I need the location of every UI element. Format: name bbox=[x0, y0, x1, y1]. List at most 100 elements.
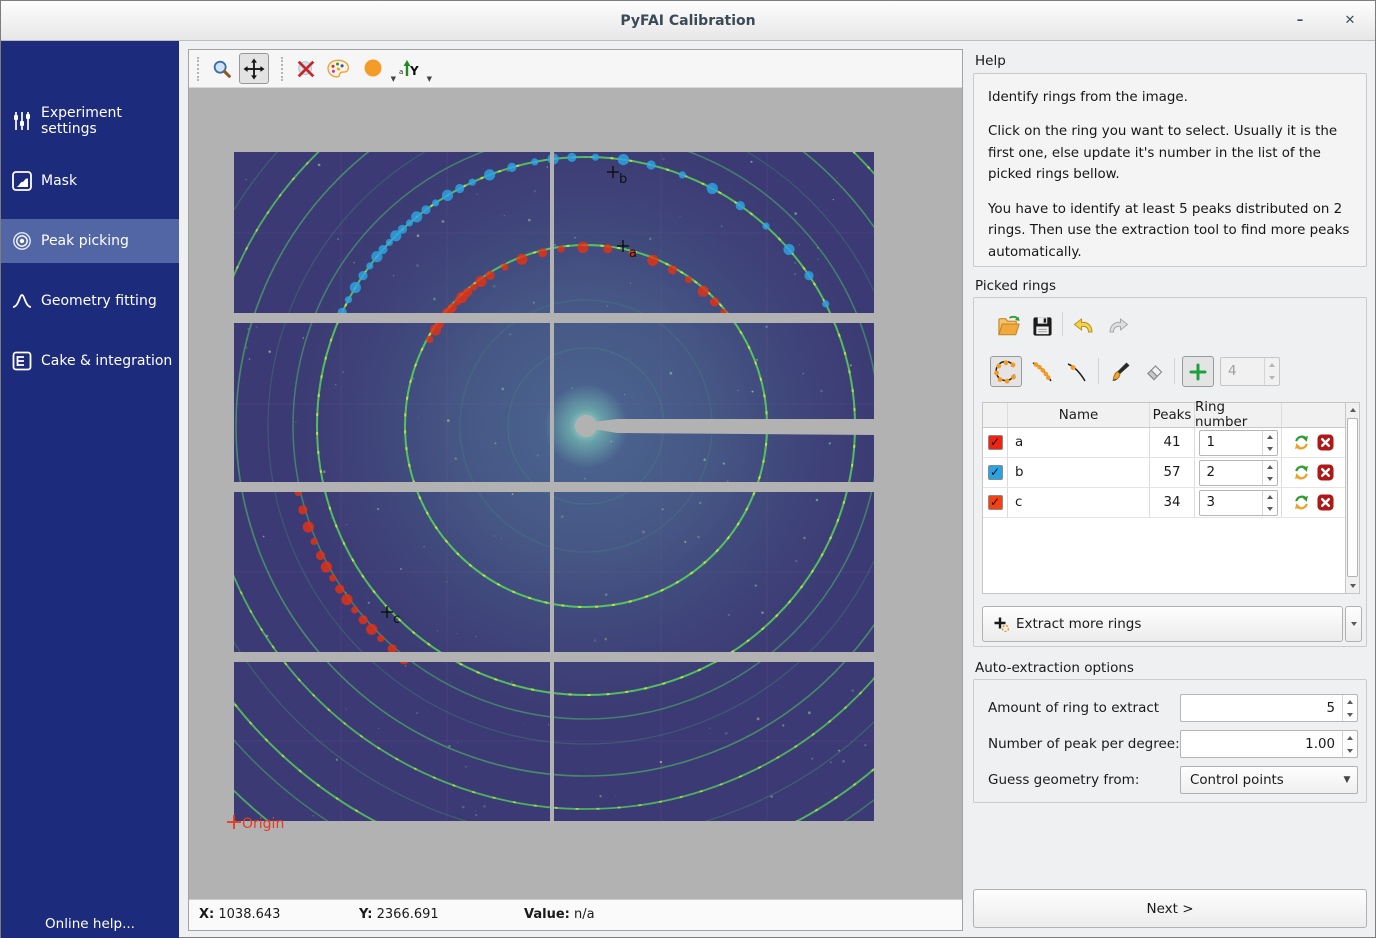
pan-tool-button[interactable] bbox=[239, 53, 269, 84]
diffraction-image-canvas[interactable]: b a c Origin bbox=[189, 88, 962, 899]
spin-up-button[interactable] bbox=[1343, 695, 1357, 708]
delete-ring-button[interactable] bbox=[1317, 464, 1334, 481]
app-window: PyFAI Calibration – ✕ Experiment setting… bbox=[0, 0, 1376, 938]
arc-select-tool-button[interactable] bbox=[1026, 356, 1058, 387]
peak-curve-icon bbox=[11, 290, 33, 312]
plus-icon bbox=[1188, 362, 1208, 382]
ring-visibility-checkbox[interactable]: ✓ bbox=[988, 435, 1003, 450]
sidebar-item-geometry-fitting[interactable]: Geometry fitting bbox=[1, 279, 179, 323]
ring-name-cell: b bbox=[1008, 458, 1150, 487]
brush-tool-button[interactable] bbox=[1104, 356, 1136, 387]
minimize-button[interactable]: – bbox=[1287, 9, 1313, 33]
spin-down-button[interactable] bbox=[1343, 744, 1357, 757]
table-row: ✓ b 57 2 bbox=[983, 458, 1346, 488]
table-scrollbar[interactable] bbox=[1345, 402, 1360, 594]
window-title: PyFAI Calibration bbox=[1, 1, 1375, 41]
plus-ring-icon bbox=[993, 616, 1009, 632]
sidebar: Experiment settings Mask Peak picking Ge… bbox=[1, 41, 179, 938]
spinbox-value: 1.00 bbox=[1181, 731, 1342, 757]
next-button-label: Next > bbox=[1146, 901, 1193, 917]
svg-text:a: a bbox=[399, 68, 403, 76]
mask-color-tool-button[interactable]: ▼ bbox=[359, 53, 389, 84]
spin-down-button[interactable] bbox=[1265, 372, 1279, 386]
table-row: ✓ c 34 3 bbox=[983, 488, 1346, 518]
help-paragraph: Identify rings from the image. bbox=[988, 87, 1352, 108]
ring-label-a: a bbox=[629, 246, 637, 261]
ring-number-spinbox[interactable]: 3 bbox=[1199, 490, 1278, 516]
svg-text:Y: Y bbox=[409, 64, 419, 78]
scrollbar-thumb[interactable] bbox=[1347, 418, 1358, 577]
ring-visibility-checkbox[interactable]: ✓ bbox=[988, 465, 1003, 480]
spin-down-button[interactable] bbox=[1263, 443, 1277, 455]
move-arrows-icon bbox=[243, 58, 265, 80]
peak-select-tool-button[interactable] bbox=[1060, 356, 1092, 387]
combobox-value: Control points bbox=[1181, 773, 1337, 788]
y-axis-orientation-button[interactable]: a Y ▼ bbox=[395, 53, 425, 84]
eraser-icon bbox=[1143, 361, 1165, 383]
ring-with-points-icon bbox=[993, 360, 1019, 384]
sidebar-item-mask[interactable]: Mask bbox=[1, 159, 179, 203]
eraser-tool-button[interactable] bbox=[1138, 356, 1170, 387]
delete-ring-button[interactable] bbox=[1317, 434, 1334, 451]
status-value: Value: n/a bbox=[524, 907, 595, 922]
rings-icon bbox=[11, 230, 33, 252]
extract-more-rings-button[interactable]: Extract more rings bbox=[982, 606, 1343, 642]
ring-number-spinbox[interactable]: 1 bbox=[1199, 430, 1278, 456]
ring-number-spinbox[interactable]: 2 bbox=[1199, 460, 1278, 486]
redo-arrow-icon bbox=[1106, 316, 1130, 336]
toolbar-drag-handle[interactable] bbox=[197, 57, 201, 81]
add-ring-toggle-button[interactable] bbox=[1182, 356, 1214, 387]
undo-arrow-icon bbox=[1072, 316, 1096, 336]
single-peak-icon bbox=[1064, 360, 1088, 384]
sidebar-item-peak-picking[interactable]: Peak picking bbox=[1, 219, 179, 263]
refresh-ring-button[interactable] bbox=[1293, 434, 1310, 451]
refresh-ring-button[interactable] bbox=[1293, 494, 1310, 511]
toolbar-drag-handle[interactable] bbox=[281, 57, 285, 81]
ring-name-cell: a bbox=[1008, 428, 1150, 457]
plot-widget: ▼ a Y ▼ bbox=[188, 49, 963, 931]
undo-button[interactable] bbox=[1070, 312, 1098, 340]
column-header-peaks: Peaks bbox=[1150, 403, 1195, 427]
colormap-tool-button[interactable] bbox=[323, 53, 353, 84]
sidebar-item-experiment-settings[interactable]: Experiment settings bbox=[1, 99, 179, 143]
close-button[interactable]: ✕ bbox=[1337, 9, 1363, 33]
ring-peaks-cell: 41 bbox=[1150, 428, 1195, 457]
ring-visibility-checkbox[interactable]: ✓ bbox=[988, 495, 1003, 510]
dropdown-arrow-icon: ▼ bbox=[1337, 775, 1357, 785]
next-button[interactable]: Next > bbox=[973, 889, 1367, 928]
palette-icon bbox=[326, 59, 350, 79]
sidebar-item-cake-integration[interactable]: Cake & integration bbox=[1, 339, 179, 383]
spin-up-button[interactable] bbox=[1263, 491, 1277, 503]
spinbox-value: 2 bbox=[1200, 461, 1262, 485]
spin-up-button[interactable] bbox=[1265, 358, 1279, 372]
peaks-per-degree-spinbox[interactable]: 1.00 bbox=[1180, 730, 1358, 758]
zoom-tool-button[interactable] bbox=[207, 53, 237, 84]
guess-geometry-combobox[interactable]: Control points ▼ bbox=[1180, 766, 1358, 794]
sidebar-item-label: Experiment settings bbox=[41, 105, 179, 137]
scroll-up-icon bbox=[1350, 408, 1356, 412]
table-row: ✓ a 41 1 bbox=[983, 428, 1346, 458]
refresh-ring-button[interactable] bbox=[1293, 464, 1310, 481]
spin-down-button[interactable] bbox=[1263, 473, 1277, 485]
spin-up-button[interactable] bbox=[1263, 431, 1277, 443]
spin-up-button[interactable] bbox=[1263, 461, 1277, 473]
crosshair-tool-button[interactable] bbox=[291, 53, 321, 84]
ring-select-tool-button[interactable] bbox=[990, 356, 1022, 387]
new-ring-number-spinbox[interactable]: 4 bbox=[1220, 357, 1280, 386]
spin-down-button[interactable] bbox=[1343, 708, 1357, 721]
spin-up-button[interactable] bbox=[1343, 731, 1357, 744]
plot-toolbar: ▼ a Y ▼ bbox=[189, 50, 962, 88]
online-help-link[interactable]: Online help... bbox=[1, 916, 179, 932]
spin-down-button[interactable] bbox=[1263, 503, 1277, 515]
amount-of-rings-spinbox[interactable]: 5 bbox=[1180, 694, 1358, 722]
delete-ring-button[interactable] bbox=[1317, 494, 1334, 511]
picked-rings-box: 4 Name Peaks Ring number ✓ a 41 1 bbox=[973, 297, 1367, 647]
save-rings-button[interactable] bbox=[1028, 312, 1056, 340]
open-rings-button[interactable] bbox=[994, 312, 1022, 340]
toolbar-separator bbox=[1098, 358, 1099, 384]
redo-button[interactable] bbox=[1104, 312, 1132, 340]
extract-options-dropdown-button[interactable] bbox=[1345, 606, 1362, 642]
toolbar-separator bbox=[1062, 312, 1063, 336]
help-section-title: Help bbox=[975, 53, 1006, 69]
cake-integration-icon bbox=[11, 350, 33, 372]
